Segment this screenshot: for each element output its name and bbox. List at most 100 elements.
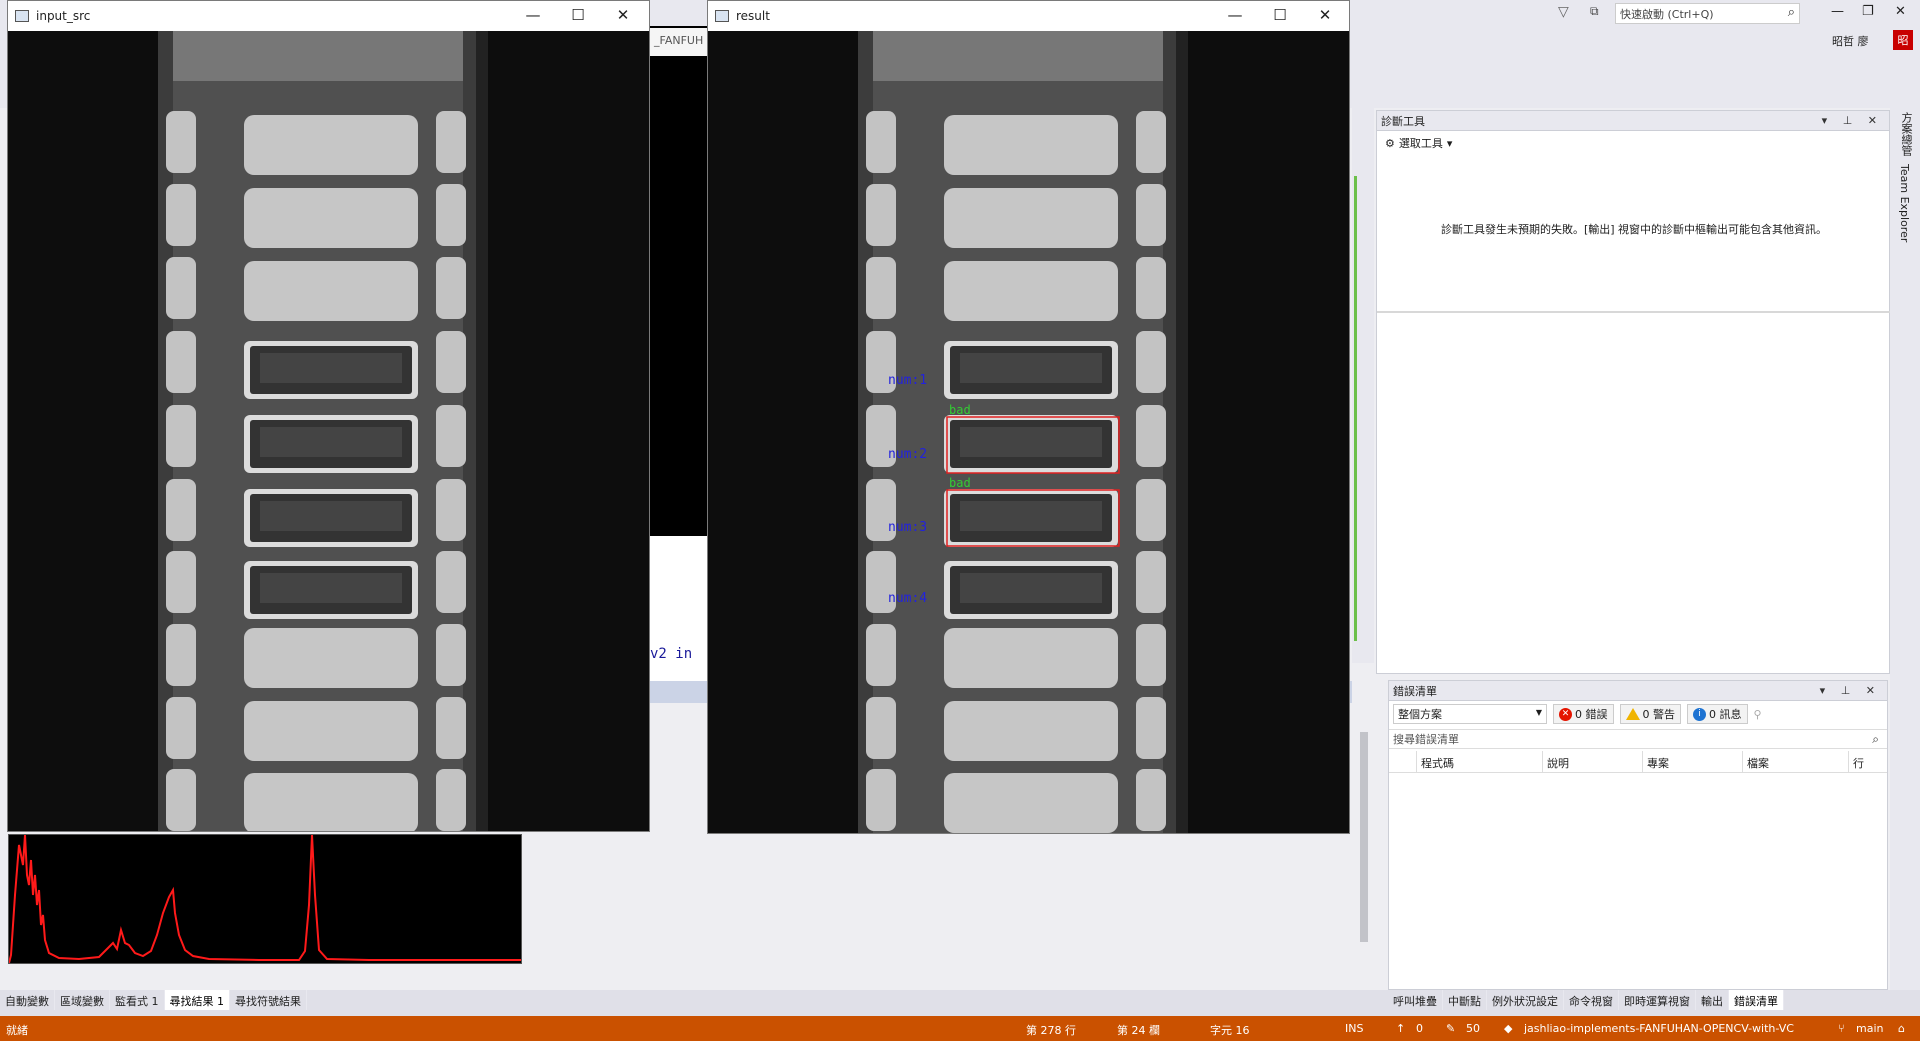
error-list-title: 錯誤清單 <box>1393 684 1437 698</box>
status-char[interactable]: 字元 16 <box>1210 1022 1250 1038</box>
tool-window-tab[interactable]: 錯誤清單 <box>1729 990 1784 1010</box>
warnings-filter-button[interactable]: 0 警告 <box>1619 704 1681 724</box>
warning-icon <box>1625 708 1640 720</box>
tool-window-tab[interactable]: 即時運算視窗 <box>1619 990 1696 1010</box>
status-up-count[interactable]: 0 <box>1416 1022 1423 1035</box>
status-edits-count[interactable]: 50 <box>1466 1022 1480 1035</box>
bad-label: bad <box>949 403 971 417</box>
input-src-window[interactable]: input_src — ☐ ✕ <box>7 0 650 832</box>
tool-window-tab[interactable]: 呼叫堆疊 <box>1388 990 1443 1010</box>
tool-window-tab[interactable]: 例外狀況設定 <box>1487 990 1564 1010</box>
column-header-line[interactable]: 行 <box>1849 751 1887 772</box>
search-icon: ⌕ <box>1787 5 1795 20</box>
restore-icon[interactable]: ❐ <box>1862 4 1874 19</box>
close-icon[interactable]: ✕ <box>1895 4 1906 19</box>
input-src-titlebar[interactable]: input_src — ☐ ✕ <box>8 1 649 31</box>
diagnostics-title-bar: 診斷工具 ▾ ⊥ ✕ <box>1377 111 1889 131</box>
panel-controls-icon[interactable]: ▾ ⊥ ✕ <box>1822 114 1883 127</box>
maximize-icon[interactable]: ☐ <box>563 6 593 24</box>
close-icon[interactable]: ✕ <box>1310 6 1340 24</box>
empty-pocket <box>944 628 1118 688</box>
debug-window-tab[interactable]: 自動變數 <box>0 990 55 1010</box>
errors-count: 0 錯誤 <box>1575 708 1608 721</box>
branch-icon[interactable]: ⑂ <box>1838 1022 1845 1035</box>
tool-window-tab[interactable]: 輸出 <box>1696 990 1729 1010</box>
change-indicator <box>1354 176 1357 641</box>
messages-count: 0 訊息 <box>1709 708 1742 721</box>
pencil-icon[interactable]: ✎ <box>1446 1022 1455 1035</box>
empty-pocket <box>944 188 1118 248</box>
error-list-panel: 錯誤清單 ▾ ⊥ ✕ 整個方案 ▼ ✕ 0 錯誤 0 警告 i 0 訊息 ⚲ 搜… <box>1388 680 1888 990</box>
tool-window-tab[interactable]: 命令視窗 <box>1564 990 1619 1010</box>
chevron-down-icon[interactable]: ▾ <box>1447 137 1453 150</box>
debug-window-tab[interactable]: 尋找符號結果 <box>230 990 307 1010</box>
user-name[interactable]: 昭哲 廖 <box>1832 33 1869 49</box>
empty-pocket <box>244 773 418 831</box>
maximize-icon[interactable]: ☐ <box>1265 6 1295 24</box>
result-window[interactable]: result — ☐ ✕ num:1 num:2 num:3 num:4 bad bad <box>707 0 1350 834</box>
tool-window-tab[interactable]: 中斷點 <box>1443 990 1487 1010</box>
empty-pocket <box>244 261 418 321</box>
tab-team-explorer[interactable]: Team Explorer <box>1890 160 1919 246</box>
filter-build-icon[interactable]: ⚲ <box>1754 708 1762 721</box>
num-label: num:2 <box>888 447 927 462</box>
status-ins[interactable]: INS <box>1345 1022 1363 1035</box>
notification-icon[interactable]: ⌂ <box>1898 1022 1905 1035</box>
error-search-placeholder: 搜尋錯誤清單 <box>1393 733 1459 746</box>
editor-tab[interactable]: _FANFUH <box>648 28 708 56</box>
empty-pocket <box>944 701 1118 761</box>
divider <box>1377 311 1891 313</box>
git-repo-icon[interactable]: ◆ <box>1504 1022 1512 1035</box>
output-scrollbar[interactable] <box>1352 680 1378 990</box>
status-column[interactable]: 第 24 欄 <box>1117 1022 1160 1038</box>
diagnostics-panel: 診斷工具 ▾ ⊥ ✕ ⚙ 選取工具 ▾ 診斷工具發生未預期的失敗。[輸出] 視窗… <box>1376 110 1891 674</box>
errors-filter-button[interactable]: ✕ 0 錯誤 <box>1553 704 1614 724</box>
num-label: num:3 <box>888 520 927 535</box>
column-header-description[interactable]: 說明 <box>1543 751 1643 772</box>
live-share-icon[interactable]: ⧉ <box>1590 4 1599 19</box>
error-list-header: 程式碼 說明 專案 檔案 行 <box>1389 751 1887 773</box>
scroll-thumb[interactable] <box>1360 732 1368 942</box>
messages-filter-button[interactable]: i 0 訊息 <box>1687 704 1748 724</box>
status-bar: 就緒 第 278 行 第 24 欄 字元 16 INS ↑ 0 ✎ 50 ◆ j… <box>0 1016 1920 1041</box>
quick-launch-input[interactable]: 快速啟動 (Ctrl+Q) ⌕ <box>1615 3 1800 24</box>
diagnostics-toolbar: ⚙ 選取工具 ▾ <box>1377 131 1889 155</box>
empty-pocket <box>244 701 418 761</box>
push-arrow-icon[interactable]: ↑ <box>1396 1022 1405 1035</box>
input-src-image <box>8 31 649 831</box>
debug-window-tab[interactable]: 尋找結果 1 <box>164 990 230 1010</box>
column-header-project[interactable]: 專案 <box>1643 751 1743 772</box>
result-title: result <box>736 9 770 23</box>
status-ready: 就緒 <box>6 1024 28 1037</box>
empty-pocket <box>944 115 1118 175</box>
column-header-code[interactable]: 程式碼 <box>1417 751 1543 772</box>
quick-launch-placeholder: 快速啟動 (Ctrl+Q) <box>1620 7 1714 21</box>
gear-icon: ⚙ <box>1385 136 1395 150</box>
status-line[interactable]: 第 278 行 <box>1026 1022 1076 1038</box>
status-repo[interactable]: jashliao-implements-FANFUHAN-OPENCV-with… <box>1524 1022 1794 1035</box>
column-header[interactable] <box>1389 751 1417 772</box>
num-label: num:4 <box>888 591 927 606</box>
error-list-search[interactable]: 搜尋錯誤清單 ⌕ <box>1389 729 1887 749</box>
avatar[interactable]: 昭 <box>1893 30 1913 50</box>
minimize-icon[interactable]: — <box>1831 4 1844 19</box>
result-titlebar[interactable]: result — ☐ ✕ <box>708 1 1349 31</box>
column-header-file[interactable]: 檔案 <box>1743 751 1849 772</box>
minimize-icon[interactable]: — <box>1220 6 1250 24</box>
select-tool-button[interactable]: 選取工具 <box>1399 135 1443 151</box>
filter-icon[interactable]: ▽ <box>1558 4 1569 20</box>
panel-controls-icon[interactable]: ▾ ⊥ ✕ <box>1820 684 1881 697</box>
status-branch[interactable]: main <box>1856 1022 1883 1035</box>
scope-select[interactable]: 整個方案 ▼ <box>1393 704 1547 724</box>
debug-window-tab[interactable]: 監看式 1 <box>110 990 165 1010</box>
tab-solution-explorer[interactable]: 方案總管 <box>1890 108 1920 160</box>
num-label: num:1 <box>888 373 927 388</box>
minimize-icon[interactable]: — <box>518 6 548 24</box>
close-icon[interactable]: ✕ <box>608 6 638 24</box>
info-icon: i <box>1693 707 1706 721</box>
warnings-count: 0 警告 <box>1642 708 1676 721</box>
xray-result-image: num:1 num:2 num:3 num:4 bad bad <box>708 31 1349 833</box>
error-list-toolbar: 整個方案 ▼ ✕ 0 錯誤 0 警告 i 0 訊息 ⚲ <box>1389 701 1887 727</box>
result-image: num:1 num:2 num:3 num:4 bad bad <box>708 31 1349 833</box>
debug-window-tab[interactable]: 區域變數 <box>55 990 110 1010</box>
